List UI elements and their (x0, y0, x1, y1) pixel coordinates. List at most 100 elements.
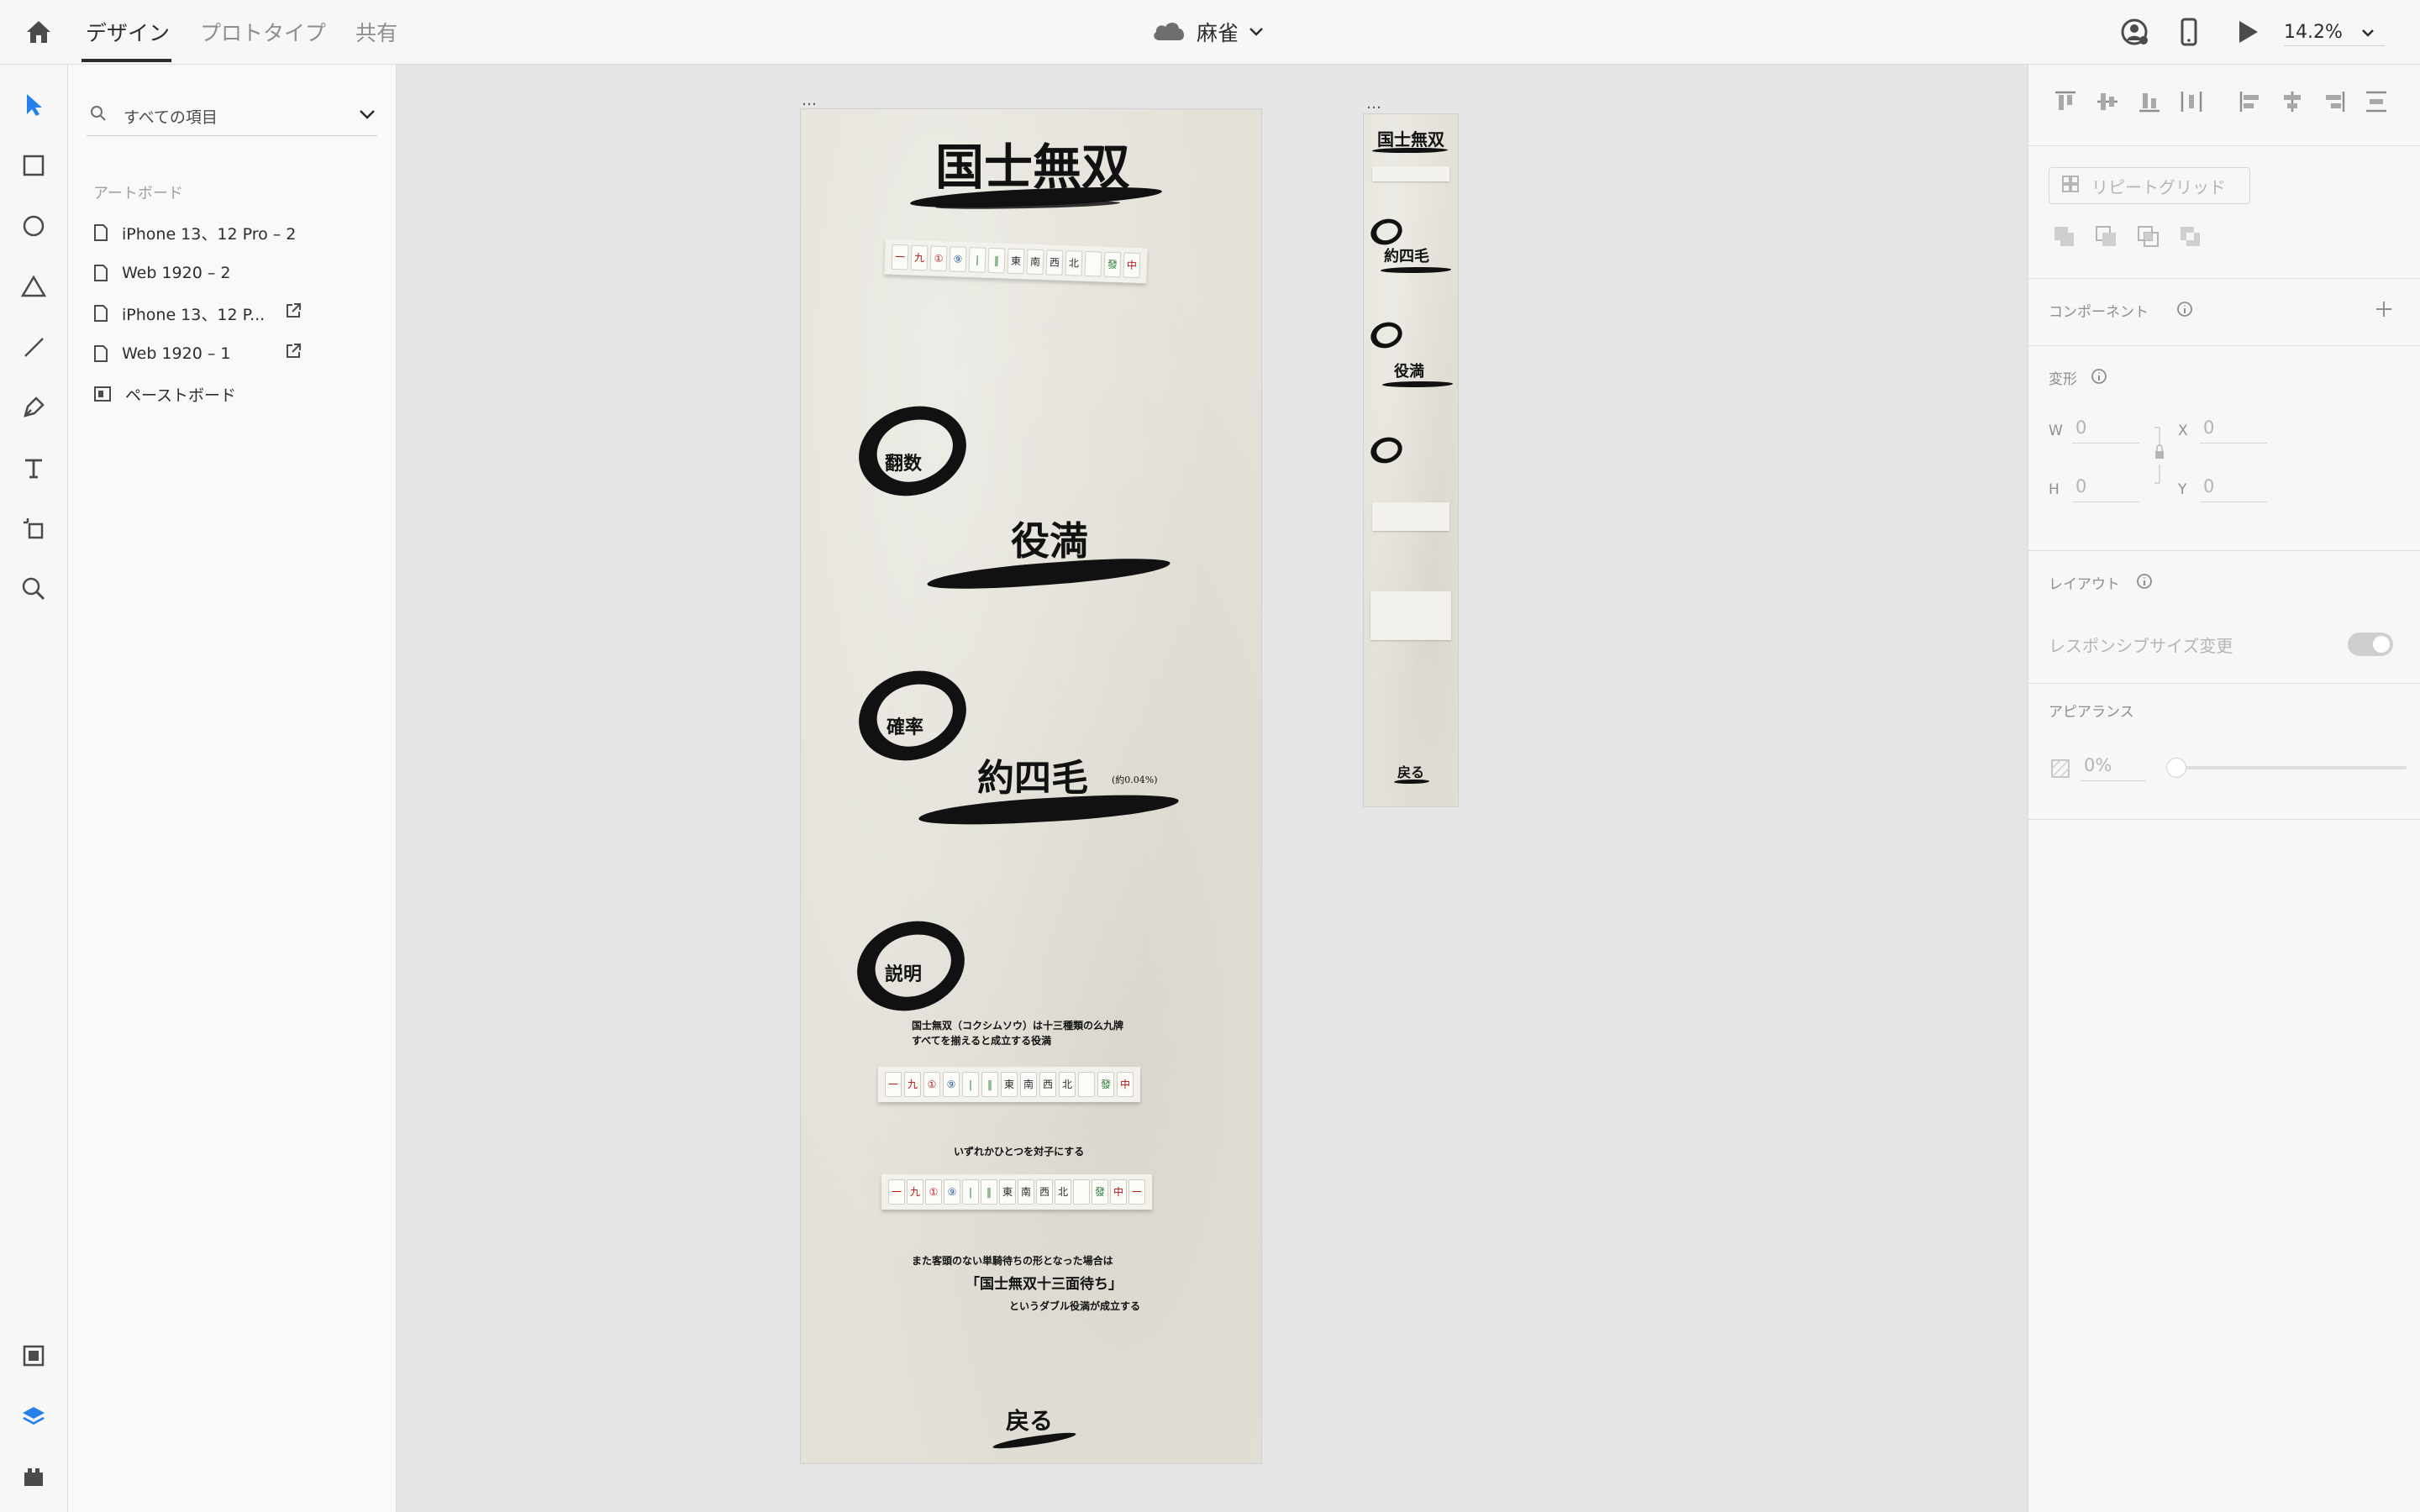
description-line-2: すべてを揃えると成立する役満 (912, 1035, 1052, 1047)
back-label: 戻る (1006, 1407, 1054, 1435)
search-input[interactable]: すべての項目 (124, 105, 218, 128)
brush-stroke (1382, 381, 1453, 387)
layer-item-label: Web 1920 – 1 (122, 344, 231, 363)
repeat-grid-icon (2061, 175, 2080, 197)
tile: ⑨ (949, 246, 967, 272)
pen-tool-icon[interactable] (15, 389, 52, 426)
cloud-icon (1151, 18, 1186, 45)
tile: | (962, 1072, 979, 1097)
distribute-horizontal-icon[interactable] (2180, 90, 2203, 117)
info-icon[interactable] (2091, 368, 2107, 388)
lock-aspect-icon[interactable] (2153, 426, 2166, 488)
opacity-field[interactable]: 0% (2081, 755, 2146, 781)
play-icon[interactable] (2235, 18, 2260, 45)
tile: ‖ (981, 1072, 998, 1097)
align-bottom-icon[interactable] (2138, 90, 2161, 117)
rectangle-tool-icon[interactable] (15, 147, 52, 184)
align-middle-icon[interactable] (2096, 90, 2119, 117)
document-title-button[interactable]: 麻雀 (1151, 15, 1264, 49)
align-top-icon[interactable] (2054, 90, 2077, 117)
home-icon[interactable] (24, 17, 54, 47)
page-icon (94, 265, 108, 281)
align-left-icon[interactable] (2238, 90, 2262, 117)
line-tool-icon[interactable] (15, 328, 52, 365)
tile: 南 (1018, 1179, 1034, 1205)
boolean-exclude-icon[interactable] (2178, 224, 2203, 253)
opacity-slider[interactable] (2166, 758, 2407, 778)
layer-item-web-2[interactable]: Web 1920 – 2 (93, 258, 230, 288)
pair-text: いずれかひとつを対子にする (954, 1146, 1085, 1158)
assets-icon[interactable] (15, 1337, 52, 1374)
artboard-mini[interactable]: 国士無双 約四毛 役満 戻る (1363, 113, 1459, 807)
artboard-tool-icon[interactable] (15, 510, 52, 547)
tile: ① (923, 1072, 940, 1097)
align-right-icon[interactable] (2323, 90, 2346, 117)
tab-prototype[interactable]: プロトタイプ (200, 17, 326, 47)
divider (2028, 819, 2420, 820)
link-icon[interactable] (284, 342, 302, 364)
align-center-icon[interactable] (2281, 90, 2304, 117)
layers-icon[interactable] (15, 1398, 52, 1435)
artboard-menu-icon[interactable]: … (1366, 95, 1381, 113)
tab-design[interactable]: デザイン (86, 17, 170, 47)
width-field[interactable]: 0 (2072, 417, 2139, 444)
tile: 東 (1001, 1072, 1018, 1097)
responsive-resize-toggle[interactable] (2348, 633, 2393, 656)
boolean-subtract-icon[interactable] (2094, 224, 2119, 253)
filter-chevron-down-icon[interactable] (359, 108, 376, 124)
tile: | (962, 1179, 979, 1205)
height-field[interactable]: 0 (2072, 476, 2139, 502)
opacity-icon (2050, 759, 2070, 782)
layer-item-label: iPhone 13、12 P... (122, 305, 266, 324)
layer-item-pasteboard[interactable]: ペーストボード (93, 379, 236, 409)
tile: 發 (1103, 251, 1122, 278)
mini-title: 国士無双 (1377, 129, 1444, 150)
layer-item-web-1[interactable]: Web 1920 – 1 (93, 339, 230, 369)
artboard-main[interactable]: 国士無双 一萬 九萬 ① ⑨ | ‖ 東 南 西 北 發 中 翻数 役満 確率 … (800, 108, 1262, 1464)
info-icon[interactable] (2136, 573, 2153, 593)
brush-stroke (1372, 148, 1448, 153)
device-preview-icon[interactable] (2176, 17, 2202, 47)
ellipse-tool-icon[interactable] (15, 207, 52, 244)
tile: ⑨ (944, 1179, 960, 1205)
tile: 南 (1020, 1072, 1037, 1097)
zoom-tool-icon[interactable] (15, 570, 52, 607)
zoom-control[interactable]: 14.2% (2284, 18, 2385, 46)
tab-share[interactable]: 共有 (355, 17, 397, 47)
layer-item-iphone-1[interactable]: iPhone 13、12 P... (93, 298, 265, 328)
x-value: 0 (2203, 417, 2215, 438)
boolean-add-icon[interactable] (2052, 224, 2077, 253)
boolean-intersect-icon[interactable] (2136, 224, 2161, 253)
layer-item-iphone-2[interactable]: iPhone 13、12 Pro – 2 (93, 218, 296, 248)
plugins-icon[interactable] (15, 1458, 52, 1495)
section-ring (1367, 318, 1406, 353)
distribute-vertical-icon[interactable] (2365, 90, 2388, 117)
y-value: 0 (2203, 476, 2215, 496)
add-component-icon[interactable] (2375, 300, 2393, 322)
divider (2028, 145, 2420, 146)
user-icon[interactable] (2119, 17, 2149, 47)
divider (2028, 278, 2420, 279)
x-label: X (2178, 423, 2188, 439)
info-icon[interactable] (2176, 301, 2193, 321)
tile-row-middle: 一萬 九萬 ① ⑨ | ‖ 東 南 西 北 發 中 (878, 1067, 1140, 1102)
repeat-grid-button[interactable]: リピートグリッド (2049, 167, 2250, 204)
text-tool-icon[interactable] (15, 449, 52, 486)
tile: 發 (1092, 1179, 1108, 1205)
tile: 東 (999, 1179, 1016, 1205)
artboard-section-label: アートボード (93, 185, 183, 202)
brush-stroke (1381, 267, 1451, 273)
tile: 九萬 (907, 1179, 923, 1205)
tile: 一萬 (891, 244, 909, 270)
polygon-tool-icon[interactable] (15, 268, 52, 305)
y-field[interactable]: 0 (2200, 476, 2267, 502)
height-value: 0 (2075, 476, 2087, 496)
select-tool-icon[interactable] (15, 87, 52, 123)
artboard-menu-icon[interactable]: … (802, 92, 817, 109)
x-field[interactable]: 0 (2200, 417, 2267, 444)
layer-search[interactable]: すべての項目 (87, 98, 377, 136)
section3-label: 説明 (885, 963, 923, 985)
link-icon[interactable] (284, 302, 302, 323)
tile: 北 (1065, 250, 1083, 276)
canvas[interactable]: … 国士無双 一萬 九萬 ① ⑨ | ‖ 東 南 西 北 發 中 翻数 役満 確… (397, 65, 2027, 1512)
